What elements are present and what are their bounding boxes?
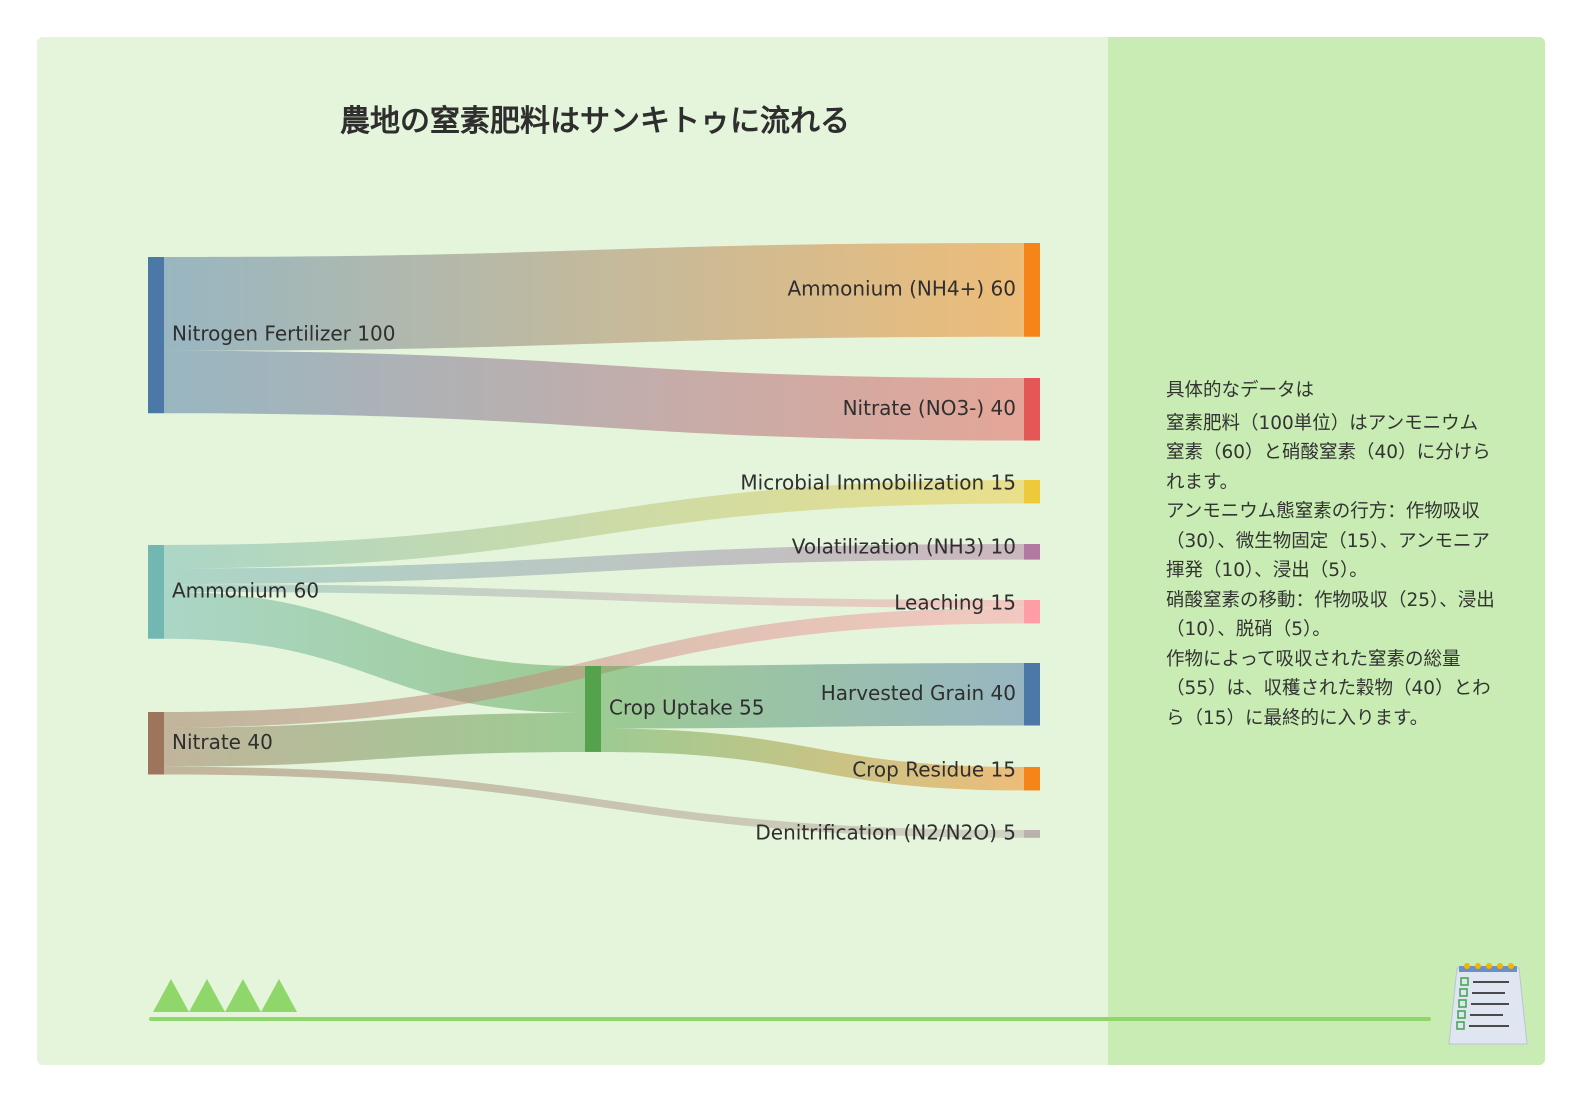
sankey-link-amm2-crop: [164, 591, 585, 713]
sankey-label-nit2: Nitrate 40: [172, 730, 273, 754]
sankey-label-nit: Nitrate (NO3-) 40: [843, 396, 1016, 420]
sankey-diagram: Nitrogen Fertilizer 100 Ammonium (NH4+) 6…: [148, 243, 1040, 844]
sankey-label-lea: Leaching 15: [894, 591, 1016, 615]
sankey-label-amm: Ammonium (NH4+) 60: [787, 276, 1016, 300]
sankey-label-har: Harvested Grain 40: [821, 681, 1016, 705]
sankey-node-vol: [1024, 544, 1040, 560]
sankey-node-crop: [585, 666, 601, 752]
description-line-4: 作物によって吸収された窒素の総量（55）は、収穫された穀物（40）とわら（15）…: [1166, 648, 1491, 729]
description-line-2: アンモニウム態窒素の行方：作物吸収（30）、微生物固定（15）、アンモニア揮発（…: [1166, 501, 1490, 581]
sankey-label-amm2: Ammonium 60: [172, 578, 319, 602]
sankey-node-amm: [1024, 243, 1040, 337]
description-heading: 具体的なデータは: [1166, 380, 1315, 401]
mountain-triangles-icon: [153, 979, 297, 1012]
sankey-node-nit2: [148, 712, 164, 775]
description-line-3: 硝酸窒素の移動：作物吸収（25）、浸出（10）、脱硝（5）。: [1166, 589, 1495, 641]
sankey-node-nit: [1024, 378, 1040, 441]
sankey-label-den: Denitrification (N2/N2O) 5: [755, 820, 1016, 844]
sankey-label-fert: Nitrogen Fertilizer 100: [172, 322, 395, 346]
sankey-node-fert: [148, 257, 164, 414]
description-text: 具体的なデータは 窒素肥料（100単位）はアンモニウム窒素（60）と硝酸窒素（4…: [1166, 376, 1496, 733]
sankey-node-den: [1024, 830, 1040, 838]
sankey-node-lea: [1024, 600, 1040, 624]
sankey-node-mic: [1024, 480, 1040, 504]
sankey-node-amm2: [148, 545, 164, 639]
decorative-baseline: [149, 1017, 1431, 1021]
checklist-notepad-icon: [1448, 963, 1528, 1045]
sankey-label-mic: Microbial Immobilization 15: [740, 471, 1016, 495]
sankey-node-res: [1024, 767, 1040, 791]
sankey-label-vol: Volatilization (NH3) 10: [792, 535, 1016, 559]
sankey-node-har: [1024, 663, 1040, 726]
description-line-1: 窒素肥料（100単位）はアンモニウム窒素（60）と硝酸窒素（40）に分けられます…: [1166, 412, 1491, 493]
sankey-label-crop: Crop Uptake 55: [609, 695, 764, 719]
sankey-label-res: Crop Residue 15: [852, 758, 1016, 782]
